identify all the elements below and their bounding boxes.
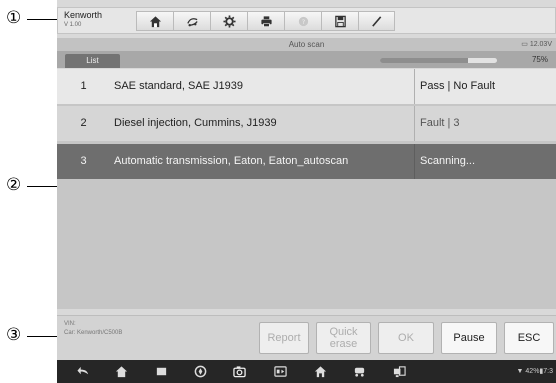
- row-status: Fault | 3: [414, 106, 556, 141]
- scan-progress-percent: 75%: [531, 55, 548, 64]
- vehicle-swap-icon: [186, 17, 198, 26]
- ok-label: OK: [398, 332, 414, 344]
- callout-3-line: [27, 336, 57, 337]
- row-status: Pass | No Fault: [414, 69, 556, 104]
- esc-button[interactable]: ESC: [504, 322, 554, 354]
- data-logging-button[interactable]: [358, 11, 395, 31]
- nav-home-icon: [115, 366, 128, 378]
- display-icon: [274, 366, 287, 377]
- vehicle-swap-button[interactable]: [173, 11, 210, 31]
- quick-erase-label-1: Quick: [329, 326, 358, 338]
- settings-icon: [222, 14, 236, 28]
- battery-voltage-value: 12.03V: [529, 41, 552, 48]
- battery-icon: ▭: [521, 41, 528, 48]
- print-icon: [260, 15, 272, 27]
- tab-list[interactable]: List: [65, 54, 120, 68]
- wifi-icon: ▼: [516, 368, 524, 375]
- back-button[interactable]: [77, 365, 90, 378]
- callout-1-line: [27, 19, 57, 20]
- brand-name: Kenworth: [64, 10, 103, 20]
- report-button[interactable]: Report: [259, 322, 309, 354]
- help-icon: ?: [298, 16, 308, 26]
- vci-button[interactable]: [353, 365, 366, 378]
- pause-label: Pause: [453, 332, 485, 344]
- top-toolbar: Kenworth V 1.00 ?: [57, 7, 556, 34]
- browser-button[interactable]: [194, 365, 207, 378]
- callout-3: ③: [6, 325, 22, 345]
- home-button[interactable]: [136, 11, 173, 31]
- save-icon: [334, 15, 346, 27]
- browser-icon: [194, 365, 207, 378]
- row-number: 3: [80, 155, 87, 167]
- vin-label: VIN:: [64, 321, 76, 327]
- function-bar: VIN: Car: Kenworth/C500B Report Quick er…: [57, 315, 556, 360]
- row-system: Diesel injection, Cummins, J1939: [114, 117, 277, 129]
- toolbar-buttons: ?: [136, 11, 543, 31]
- table-row[interactable]: 2 Diesel injection, Cummins, J1939 Fault…: [57, 106, 556, 141]
- maxifix-home-icon: [314, 366, 327, 378]
- data-logging-icon: [372, 15, 382, 27]
- recent-apps-icon: [156, 367, 167, 376]
- callout-2-line: [27, 186, 57, 187]
- system-status-text: 42%▮7:3: [525, 368, 553, 375]
- display-button[interactable]: [274, 365, 287, 378]
- row-number: 1: [80, 80, 87, 92]
- svg-text:?: ?: [301, 17, 304, 25]
- page-title: Auto scan: [288, 40, 325, 49]
- row-system: SAE standard, SAE J1939: [114, 80, 244, 92]
- tablet-screen: Kenworth V 1.00 ? Auto scan ▭ 12.03V Lis…: [57, 0, 556, 383]
- pause-button[interactable]: Pause: [441, 322, 497, 354]
- scan-progress-bar: [380, 58, 497, 63]
- system-status: ▼ 42%▮7:3: [517, 367, 553, 375]
- camera-button[interactable]: [233, 365, 246, 378]
- table-row[interactable]: 1 SAE standard, SAE J1939 Pass | No Faul…: [57, 69, 556, 104]
- callout-2: ②: [6, 175, 22, 195]
- vehicle-info: VIN: Car: Kenworth/C500B: [64, 320, 122, 338]
- callout-1: ①: [6, 8, 22, 28]
- nav-home-button[interactable]: [115, 365, 128, 378]
- home-icon: [149, 15, 161, 27]
- ok-button[interactable]: OK: [378, 322, 434, 354]
- table-row-selected[interactable]: 3 Automatic transmission, Eaton, Eaton_a…: [57, 144, 556, 179]
- title-bar: Auto scan ▭ 12.03V: [57, 38, 556, 51]
- camera-icon: [233, 366, 246, 378]
- row-status: Scanning...: [414, 144, 556, 179]
- recent-apps-button[interactable]: [155, 365, 168, 378]
- quick-erase-button[interactable]: Quick erase: [316, 322, 371, 354]
- android-nav-bar: ▼ 42%▮7:3: [57, 360, 556, 383]
- brand-version: V 1.00: [64, 22, 82, 28]
- maxifix-home-button[interactable]: [314, 365, 327, 378]
- tab-bar: List 75%: [57, 51, 556, 68]
- car-info: Car: Kenworth/C500B: [64, 330, 123, 336]
- settings-button[interactable]: [210, 11, 247, 31]
- vehicle-brand: Kenworth V 1.00: [64, 10, 102, 30]
- row-system: Automatic transmission, Eaton, Eaton_aut…: [114, 155, 349, 167]
- remote-support-icon: [393, 366, 406, 378]
- report-label: Report: [267, 332, 301, 344]
- quick-erase-label-2: erase: [329, 338, 358, 350]
- system-list: 1 SAE standard, SAE J1939 Pass | No Faul…: [57, 69, 556, 309]
- save-button[interactable]: [321, 11, 358, 31]
- row-number: 2: [80, 117, 87, 129]
- print-button[interactable]: [247, 11, 284, 31]
- battery-voltage: ▭ 12.03V: [521, 40, 552, 48]
- vehicle-connect-icon: [354, 367, 365, 377]
- back-icon: [77, 366, 89, 375]
- scan-progress-fill: [380, 58, 468, 63]
- help-button[interactable]: ?: [284, 11, 321, 31]
- esc-label: ESC: [517, 332, 541, 344]
- remote-support-button[interactable]: [393, 365, 406, 378]
